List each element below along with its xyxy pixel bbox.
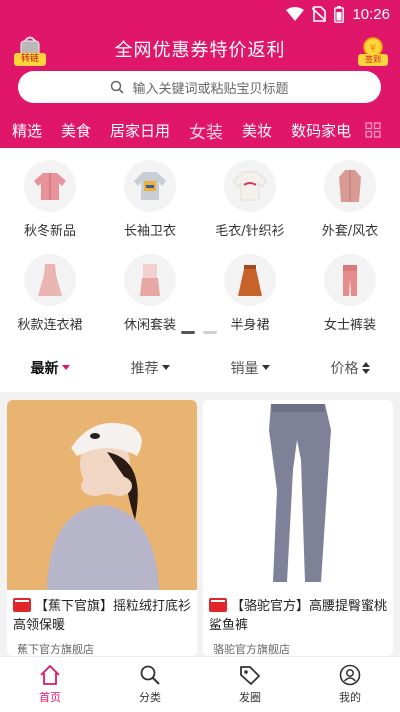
subcat-pants[interactable]: 女士裤装 <box>300 254 400 333</box>
status-bar: 10:26 <box>0 0 400 28</box>
nav-home-label: 首页 <box>39 691 61 704</box>
product-card[interactable]: 【骆驼官方】高腰提臀蜜桃鲨鱼裤 骆驼官方旗舰店 <box>203 400 393 656</box>
subcat-label: 长袖卫衣 <box>123 224 176 239</box>
caret-down-icon <box>61 365 70 370</box>
sort-recommended-label: 推荐 <box>130 361 159 377</box>
subcat-casual-set[interactable]: 休闲套装 <box>100 254 200 333</box>
sort-latest[interactable]: 最新 <box>0 344 100 392</box>
product-image <box>203 400 393 590</box>
sort-latest-label: 最新 <box>30 361 59 377</box>
status-time: 10:26 <box>352 5 390 23</box>
sort-up-down-icon <box>361 362 370 374</box>
search-icon <box>111 80 125 94</box>
header: 转链 全网优惠券特价返利 ¥ 签到 输入关键词或粘贴宝贝标题 精选 美食 居家日… <box>0 28 400 148</box>
product-title-text: 【蕉下官旗】摇粒绒打底衫高领保暖 <box>13 599 192 633</box>
subcat-sweater[interactable]: 毛衣/针织衫 <box>200 160 300 239</box>
search-input[interactable]: 输入关键词或粘贴宝贝标题 <box>18 71 381 103</box>
subcat-dress[interactable]: 秋款连衣裙 <box>0 254 100 333</box>
product-title: 【骆驼官方】高腰提臀蜜桃鲨鱼裤 <box>209 597 387 635</box>
nav-category[interactable]: 分类 <box>100 657 200 712</box>
sweater-icon <box>224 160 276 212</box>
caret-down-icon <box>261 365 270 370</box>
search-placeholder: 输入关键词或粘贴宝贝标题 <box>132 81 289 97</box>
page-indicator <box>181 331 217 334</box>
sort-recommended[interactable]: 推荐 <box>100 344 200 392</box>
tab-womens-clothing[interactable]: 女装 <box>189 118 223 143</box>
tab-featured[interactable]: 精选 <box>12 120 42 141</box>
user-icon <box>339 664 361 686</box>
subcat-label: 外套/风衣 <box>321 224 379 239</box>
subcat-label: 女士裤装 <box>323 318 376 333</box>
grid-menu-icon[interactable] <box>365 122 381 138</box>
product-title: 【蕉下官旗】摇粒绒打底衫高领保暖 <box>13 597 191 635</box>
product-image <box>7 400 197 590</box>
nav-category-label: 分类 <box>139 691 161 704</box>
sort-price-label: 价格 <box>330 361 359 377</box>
sign-in-label: 签到 <box>358 54 388 66</box>
shop-name: 蕉下官方旗舰店 <box>17 643 94 656</box>
subcategory-grid: 秋冬新品 长袖卫衣 毛衣/针织衫 外套/风衣 秋款连衣裙 休闲套装 半身裙 女士… <box>0 148 400 344</box>
nav-moments-label: 发圈 <box>239 691 261 704</box>
subcat-coat[interactable]: 外套/风衣 <box>300 160 400 239</box>
sort-price[interactable]: 价格 <box>300 344 400 392</box>
skirt-icon <box>224 254 276 306</box>
search-icon <box>140 665 160 685</box>
tmall-badge-icon <box>13 598 31 612</box>
battery-icon <box>334 5 345 23</box>
tag-icon <box>240 666 260 685</box>
app-title: 全网优惠券特价返利 <box>114 40 286 61</box>
tmall-badge-icon <box>209 598 227 612</box>
subcat-label: 秋款连衣裙 <box>17 318 83 333</box>
category-tabs: 精选 美食 居家日用 女装 美妆 数码家电 <box>0 116 400 144</box>
home-icon <box>40 665 60 685</box>
dress-icon <box>24 254 76 306</box>
wifi-icon <box>286 6 305 21</box>
tab-electronics[interactable]: 数码家电 <box>291 120 351 141</box>
subcat-hoodie[interactable]: 长袖卫衣 <box>100 160 200 239</box>
product-card[interactable]: 【蕉下官旗】摇粒绒打底衫高领保暖 蕉下官方旗舰店 <box>7 400 197 656</box>
sort-bar: 最新 推荐 销量 价格 <box>0 344 400 392</box>
tab-beauty[interactable]: 美妆 <box>242 120 272 141</box>
nav-profile[interactable]: 我的 <box>300 657 400 712</box>
jacket-icon <box>24 160 76 212</box>
nav-home[interactable]: 首页 <box>0 657 100 712</box>
subcat-skirt[interactable]: 半身裙 <box>200 254 300 333</box>
sign-in-button[interactable]: ¥ 签到 <box>358 36 388 66</box>
sort-sales-label: 销量 <box>230 361 259 377</box>
nav-moments[interactable]: 发圈 <box>200 657 300 712</box>
bottom-nav: 首页 分类 发圈 我的 <box>0 656 400 712</box>
subcat-label: 毛衣/针织衫 <box>215 224 285 239</box>
product-title-text: 【骆驼官方】高腰提臀蜜桃鲨鱼裤 <box>209 599 388 633</box>
no-sim-icon <box>312 6 327 22</box>
nav-profile-label: 我的 <box>339 691 361 704</box>
shop-name: 骆驼官方旗舰店 <box>213 643 290 656</box>
sweatshirt-icon <box>124 160 176 212</box>
subcat-autumn-new[interactable]: 秋冬新品 <box>0 160 100 239</box>
subcat-label: 秋冬新品 <box>23 224 76 239</box>
tab-food[interactable]: 美食 <box>61 120 91 141</box>
outfit-icon <box>124 254 176 306</box>
pants-icon <box>324 254 376 306</box>
svg-text:¥: ¥ <box>370 43 376 54</box>
tab-home-goods[interactable]: 居家日用 <box>110 120 170 141</box>
sort-sales[interactable]: 销量 <box>200 344 300 392</box>
page-dot-1[interactable] <box>181 331 195 334</box>
page-dot-2[interactable] <box>203 331 217 334</box>
caret-down-icon <box>161 365 170 370</box>
coat-icon <box>324 160 376 212</box>
